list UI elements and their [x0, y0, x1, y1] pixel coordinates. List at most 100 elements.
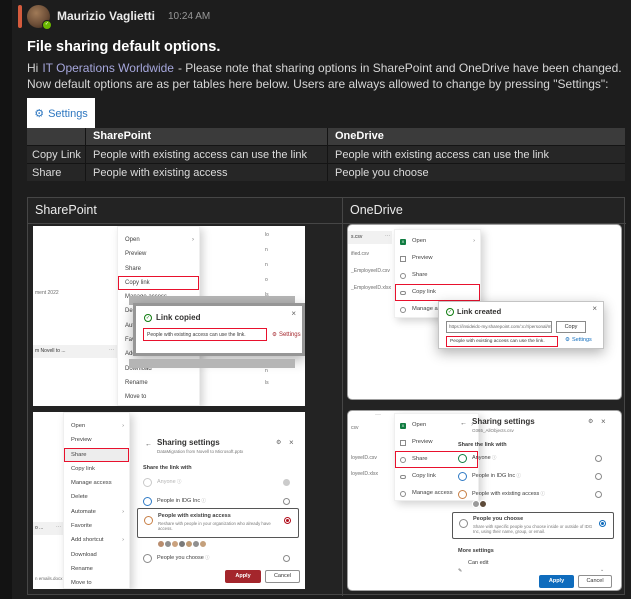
menu-item-open[interactable]: Open	[64, 419, 129, 433]
chevron-down-icon[interactable]	[600, 558, 604, 576]
menu-item-share[interactable]: Share	[395, 267, 480, 284]
file-name-fragment: m Novell to ...	[35, 348, 66, 354]
cell-onedrive: People you choose	[327, 164, 625, 181]
more-actions-icon[interactable]	[375, 412, 381, 418]
settings-link-label: Settings	[279, 332, 301, 338]
screenshot-sharepoint-copylink: ment 2022 m Novell to ... lo n n o ls n …	[33, 226, 305, 406]
importance-bar	[18, 5, 22, 28]
file-name-fragment: ment 2022	[35, 290, 59, 296]
more-actions-icon[interactable]	[385, 233, 390, 239]
menu-item-preview[interactable]: Preview	[118, 247, 199, 261]
menu-item-copy-link[interactable]: Copy link	[395, 284, 480, 301]
existing-access-icon	[144, 516, 153, 525]
menu-item-open[interactable]: Open	[395, 233, 480, 250]
close-icon[interactable]	[592, 304, 597, 313]
menu-item-add-shortcut[interactable]: Add shortcut	[64, 533, 129, 547]
menu-item-preview[interactable]: Preview	[64, 433, 129, 447]
option-choose-desc: Share with specific people you choose in…	[473, 524, 593, 534]
radio-anyone[interactable]	[283, 479, 290, 486]
file-name-fragment: loyeeID.xlsx	[351, 471, 378, 477]
option-people-choose-box[interactable]: People you choose Share with specific pe…	[452, 512, 614, 539]
radio-org[interactable]	[595, 473, 602, 480]
back-icon[interactable]	[460, 420, 467, 427]
settings-button[interactable]: ⚙ Settings	[27, 98, 95, 129]
link-url-field[interactable]: https://insideidc-my.sharepoint.com/:x:/…	[446, 321, 552, 333]
more-settings-label: More settings	[458, 548, 494, 554]
gear-icon[interactable]	[276, 439, 281, 446]
radio-anyone[interactable]	[595, 455, 602, 462]
menu-item-share[interactable]: Share	[64, 448, 129, 462]
radio-existing[interactable]	[595, 491, 602, 498]
menu-item-favorite[interactable]: Favorite	[64, 519, 129, 533]
menu-item-automate[interactable]: Automate	[64, 505, 129, 519]
option-existing[interactable]: People with existing access	[472, 491, 545, 497]
menu-item-share[interactable]: Share	[118, 262, 199, 276]
cell-sharepoint: People with existing access	[85, 164, 327, 181]
table-row: Copy Link People with existing access ca…	[27, 145, 625, 163]
copy-button[interactable]: Copy	[556, 321, 586, 333]
menu-item-download[interactable]: Download	[64, 548, 129, 562]
toast-settings-link[interactable]: ⚙Settings	[272, 332, 301, 338]
permission-dropdown[interactable]: Can edit	[468, 560, 489, 566]
menu-item-open[interactable]: Open	[118, 233, 199, 247]
selected-file-row[interactable]: s.csv	[348, 231, 392, 244]
radio-choose-selected[interactable]	[599, 520, 606, 527]
share-icon	[400, 273, 406, 279]
option-org[interactable]: People in IDG Inc	[157, 498, 206, 504]
close-icon[interactable]	[601, 417, 606, 426]
menu-item-move-to[interactable]: Move to	[64, 576, 129, 589]
menu-item-preview[interactable]: Preview	[395, 250, 480, 267]
link-created-dialog: Link created https://insideidc-my.sharep…	[438, 301, 604, 349]
selected-file-row[interactable]: o ...	[33, 522, 63, 535]
option-existing-desc: Reshare with people in your organization…	[158, 521, 274, 531]
menu-item-copy-link[interactable]: Copy link	[118, 276, 199, 290]
apply-button[interactable]: Apply	[225, 570, 261, 583]
cancel-button[interactable]: Cancel	[578, 575, 612, 588]
selected-file-row[interactable]: m Novell to ...	[33, 345, 117, 358]
presence-available-icon	[42, 20, 52, 30]
option-anyone[interactable]: Anyone	[472, 455, 496, 461]
option-choose[interactable]: People you choose	[157, 555, 210, 561]
option-existing-access-box[interactable]: People with existing access Reshare with…	[137, 508, 299, 538]
menu-item-rename[interactable]: Rename	[64, 562, 129, 576]
greeting-text: Hi	[27, 61, 38, 75]
cancel-button[interactable]: Cancel	[265, 570, 300, 583]
radio-choose[interactable]	[283, 555, 290, 562]
redacted-row	[129, 359, 295, 368]
menu-item-copy-link[interactable]: Copy link	[64, 462, 129, 476]
gear-icon[interactable]	[588, 418, 593, 425]
file-name-fragment: csv	[351, 425, 359, 431]
dialog-settings-link[interactable]: ⚙Settings	[565, 337, 592, 343]
option-org[interactable]: People in IDG Inc	[472, 473, 521, 479]
apply-button[interactable]: Apply	[539, 575, 574, 588]
close-icon[interactable]	[289, 438, 294, 447]
gear-icon: ⚙	[272, 332, 277, 338]
radio-org[interactable]	[283, 498, 290, 505]
screens-header-sharepoint: SharePoint	[35, 203, 97, 217]
radio-existing-selected[interactable]	[284, 517, 291, 524]
table-header-row: SharePoint OneDrive	[27, 128, 625, 145]
header-sharepoint: SharePoint	[85, 128, 327, 145]
close-icon[interactable]	[291, 309, 296, 318]
dialog-title: Sharing settings	[157, 438, 220, 447]
back-icon[interactable]	[145, 441, 152, 448]
menu-item-label: Open	[412, 422, 426, 428]
excel-icon	[400, 239, 406, 245]
success-check-icon	[144, 314, 152, 322]
mention-link[interactable]: IT Operations Worldwide	[42, 61, 174, 75]
menu-item-move-to[interactable]: Move to	[118, 390, 199, 404]
menu-item-rename[interactable]: Rename	[118, 376, 199, 390]
dialog-title: Link created	[457, 307, 501, 316]
author-name[interactable]: Maurizio Vaglietti	[57, 9, 155, 23]
more-actions-icon[interactable]	[109, 347, 114, 353]
header-onedrive: OneDrive	[327, 128, 625, 145]
message-body-line2: Now default options are as per tables he…	[27, 77, 609, 91]
option-anyone: Anyone	[157, 479, 181, 485]
menu-item-delete[interactable]: Delete	[64, 490, 129, 504]
menu-item-manage-access[interactable]: Manage access	[64, 476, 129, 490]
settings-button-label: Settings	[48, 108, 88, 120]
screenshot-sharepoint-share: o ... n emails.docx Open Preview Share C…	[33, 412, 305, 589]
file-name-fragment: _EmployeeID.xlsx	[351, 285, 391, 291]
pencil-icon	[458, 559, 462, 577]
more-actions-icon[interactable]	[56, 524, 61, 530]
